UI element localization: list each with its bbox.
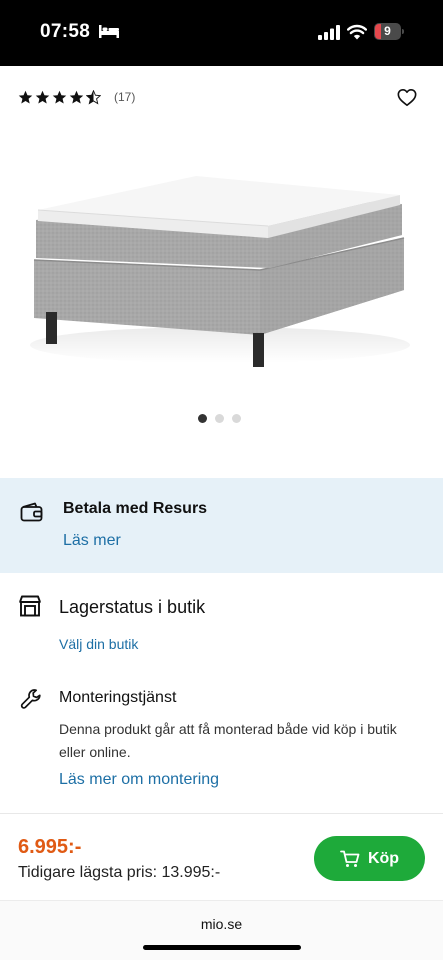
star-icon [18,90,33,103]
payment-title: Betala med Resurs [63,500,208,517]
status-time: 07:58 [40,21,91,42]
payment-info-panel [0,478,443,573]
battery-level: 9 [384,24,391,38]
buy-button[interactable]: Köp [314,836,425,881]
status-bar: 07:58 9 [0,0,443,66]
rating-row[interactable]: (17) [18,88,135,106]
assembly-description: Denna produkt går att få monterad både v… [59,721,397,760]
carousel-dot-active[interactable] [198,414,207,423]
wallet-icon [20,502,43,522]
star-icon [52,90,67,103]
bed-icon [99,25,119,38]
battery-cap [402,29,404,34]
carousel-dot[interactable] [232,414,241,423]
heart-icon[interactable] [397,88,417,107]
star-rating [18,89,101,105]
cart-icon [340,850,360,867]
review-count[interactable]: (17) [114,90,135,104]
price: 6.995:- [18,836,82,858]
half-star-icon [86,89,101,104]
signal-icon [318,25,340,40]
home-indicator[interactable] [143,945,301,950]
wrench-icon [20,689,41,709]
star-icon [69,90,84,103]
battery-icon: 9 [374,23,405,41]
buy-button-label: Köp [367,849,400,867]
product-image[interactable] [20,140,420,380]
store-icon [19,595,41,617]
assembly-title: Monteringstjänst [59,689,177,706]
wifi-icon [347,24,367,40]
previous-lowest-price: Tidigare lägsta pris: 13.995:- [18,864,221,881]
payment-read-more-link[interactable]: Läs mer [63,532,121,550]
url-text[interactable]: mio.se [0,916,443,932]
stock-status-title: Lagerstatus i butik [59,597,206,617]
star-icon [35,90,50,103]
assembly-read-more-link[interactable]: Läs mer om montering [59,771,219,789]
carousel-indicator[interactable] [198,414,241,423]
carousel-dot[interactable] [215,414,224,423]
choose-store-link[interactable]: Välj din butik [59,636,138,652]
